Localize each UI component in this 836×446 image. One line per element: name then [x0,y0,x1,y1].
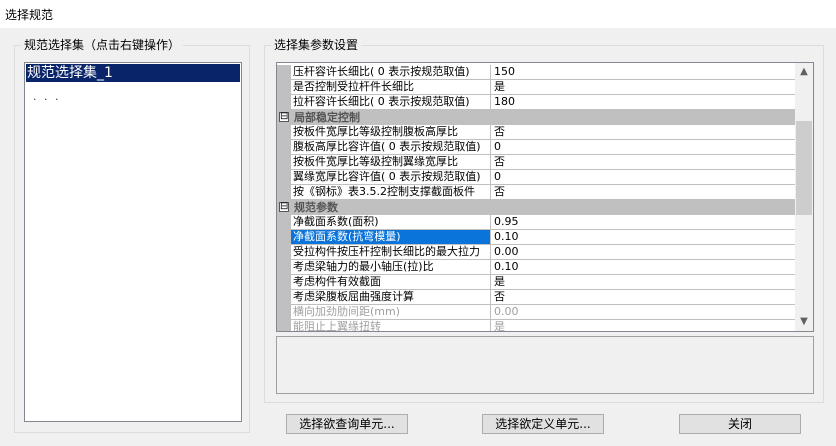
description-panel [276,336,814,394]
property-row[interactable]: 考虑构件有效截面是 [277,275,795,290]
row-gutter [277,305,291,320]
row-gutter [277,275,291,290]
row-gutter [277,80,291,95]
property-value[interactable]: 0 [491,170,795,185]
property-name[interactable]: 拉杆容许长细比( 0 表示按规范取值) [291,95,491,110]
property-name[interactable]: 考虑梁腹板屈曲强度计算 [291,290,491,305]
spec-set-legend: 规范选择集（点击右键操作） [21,37,184,53]
scroll-thumb[interactable] [796,121,812,215]
row-gutter [277,170,291,185]
row-gutter [277,95,291,110]
category-row[interactable]: ⊟ 局部稳定控制 [277,110,795,125]
title-bar: 选择规范 [0,0,836,28]
property-row[interactable]: 压杆容许长细比( 0 表示按规范取值) 150 [277,65,795,80]
property-row[interactable]: 拉杆容许长细比( 0 表示按规范取值) 180 [277,95,795,110]
property-row[interactable]: 翼缘宽厚比容许值( 0 表示按规范取值) 0 [277,170,795,185]
row-gutter [277,215,291,230]
property-name[interactable]: 能阻止上翼缘扭转 [291,320,491,331]
property-row[interactable]: 受拉构件按压杆控制长细比的最大拉力 0.00 [277,245,795,260]
property-name[interactable]: 净截面系数(面积) [291,215,491,230]
property-name[interactable]: 净截面系数(抗弯模量) [291,230,491,245]
property-value[interactable]: 0.95 [491,215,795,230]
row-gutter [277,185,291,200]
property-row[interactable]: 腹板高厚比容许值( 0 表示按规范取值) 0 [277,140,795,155]
property-value[interactable]: 150 [491,65,795,80]
property-name[interactable]: 压杆容许长细比( 0 表示按规范取值) [291,65,491,80]
collapse-toggle-icon[interactable]: ⊟ [279,202,289,212]
property-value[interactable]: 0.00 [491,305,795,320]
property-value[interactable]: 0.10 [491,260,795,275]
close-button[interactable]: 关闭 [679,414,801,434]
row-gutter [277,155,291,170]
property-row[interactable]: 能阻止上翼缘扭转是 [277,320,795,331]
category-label: 规范参数 [294,201,338,214]
property-value[interactable]: 0 [491,140,795,155]
property-value[interactable]: 是 [491,80,795,95]
property-name[interactable]: 是否控制受拉杆件长细比 [291,80,491,95]
property-name[interactable]: 按板件宽厚比等级控制腹板高厚比 [291,125,491,140]
collapse-toggle-icon[interactable]: ⊟ [279,112,289,122]
property-name[interactable]: 横向加劲肋间距(mm) [291,305,491,320]
property-row[interactable]: 横向加劲肋间距(mm) 0.00 [277,305,795,320]
scroll-down-arrow-icon[interactable]: ▼ [795,313,813,331]
property-value[interactable]: 否 [491,290,795,305]
property-name[interactable]: 考虑梁轴力的最小轴压(拉)比 [291,260,491,275]
property-value[interactable]: 0.10 [491,230,795,245]
property-grid-scrollbar[interactable]: ▲ ▼ [795,63,813,331]
property-value[interactable]: 0.00 [491,245,795,260]
spec-set-item-1[interactable]: 规范选择集_1 [26,64,240,82]
property-value[interactable]: 是 [491,275,795,290]
property-value[interactable]: 180 [491,95,795,110]
spec-set-child-item[interactable]: · · · [33,93,60,106]
property-value[interactable]: 是 [491,320,795,331]
row-gutter [277,320,291,331]
property-row[interactable]: 净截面系数(抗弯模量) 0.10 [277,230,795,245]
property-value[interactable]: 否 [491,185,795,200]
param-settings-legend: 选择集参数设置 [271,37,362,53]
row-gutter [277,65,291,80]
property-row[interactable]: 净截面系数(面积) 0.95 [277,215,795,230]
property-grid[interactable]: 压杆容许长细比( 0 表示按规范取值) 150 是否控制受拉杆件长细比是拉杆容许长细… [276,62,814,332]
row-gutter [277,260,291,275]
property-name[interactable]: 按板件宽厚比等级控制翼缘宽厚比 [291,155,491,170]
row-gutter [277,230,291,245]
row-gutter [277,125,291,140]
property-row[interactable]: 考虑梁腹板屈曲强度计算否 [277,290,795,305]
spec-set-tree[interactable]: 规范选择集_1 · · · [24,62,242,422]
row-gutter [277,140,291,155]
category-row[interactable]: ⊟ 规范参数 [277,200,795,215]
select-query-elements-button[interactable]: 选择欲查询单元... [286,414,408,434]
property-row[interactable]: 是否控制受拉杆件长细比是 [277,80,795,95]
row-gutter [277,290,291,305]
property-name[interactable]: 翼缘宽厚比容许值( 0 表示按规范取值) [291,170,491,185]
property-row[interactable]: 按板件宽厚比等级控制腹板高厚比否 [277,125,795,140]
property-value[interactable]: 否 [491,125,795,140]
property-name[interactable]: 腹板高厚比容许值( 0 表示按规范取值) [291,140,491,155]
row-gutter [277,245,291,260]
property-name[interactable]: 考虑构件有效截面 [291,275,491,290]
property-row[interactable]: 按《钢标》表3.5.2控制支撑截面板件否 [277,185,795,200]
property-row[interactable]: 按板件宽厚比等级控制翼缘宽厚比否 [277,155,795,170]
property-value[interactable]: 否 [491,155,795,170]
category-label: 局部稳定控制 [294,111,360,124]
select-define-elements-button[interactable]: 选择欲定义单元... [482,414,604,434]
property-name[interactable]: 受拉构件按压杆控制长细比的最大拉力 [291,245,491,260]
scroll-up-arrow-icon[interactable]: ▲ [795,63,813,81]
property-row[interactable]: 考虑梁轴力的最小轴压(拉)比 0.10 [277,260,795,275]
window-title: 选择规范 [5,8,54,22]
property-name[interactable]: 按《钢标》表3.5.2控制支撑截面板件 [291,185,491,200]
